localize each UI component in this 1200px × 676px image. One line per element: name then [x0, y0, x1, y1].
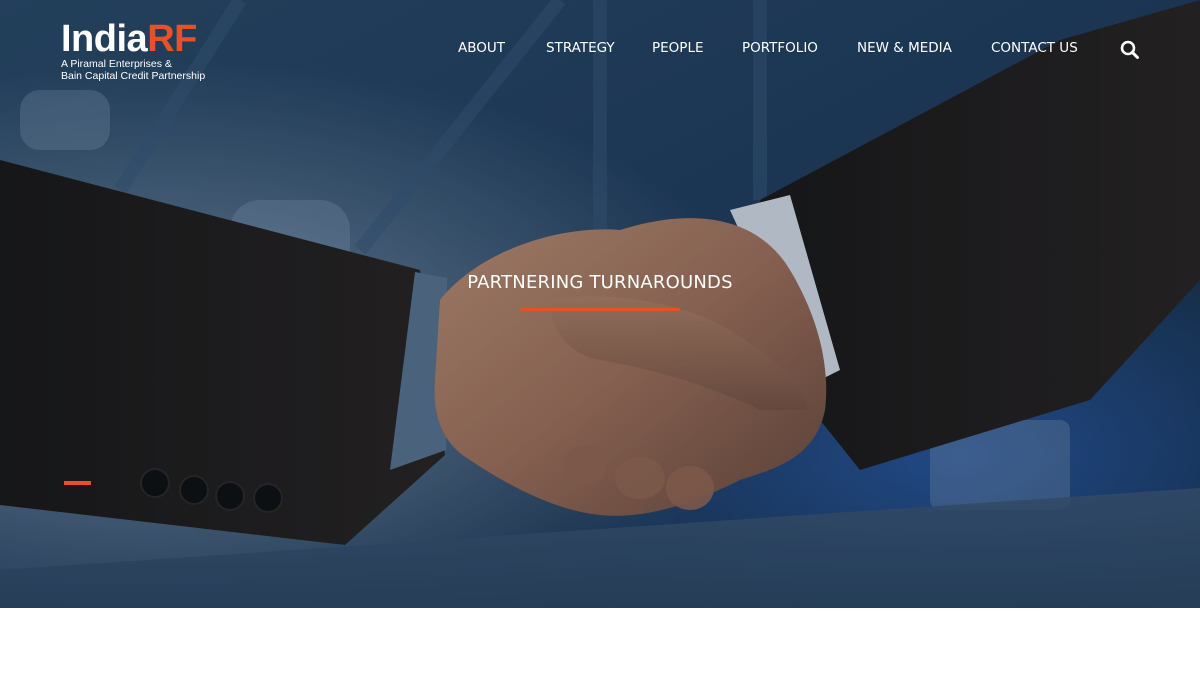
content-area — [0, 608, 1200, 676]
nav-item-people[interactable]: PEOPLE — [652, 40, 704, 56]
hero-banner: IndiaRF A Piramal Enterprises & Bain Cap… — [0, 0, 1200, 608]
nav-item-strategy[interactable]: STRATEGY — [546, 40, 615, 56]
brand-logo[interactable]: IndiaRF A Piramal Enterprises & Bain Cap… — [61, 20, 205, 82]
nav-item-portfolio[interactable]: PORTFOLIO — [742, 40, 818, 56]
nav-item-news-media[interactable]: NEW & MEDIA — [857, 40, 952, 56]
brand-tagline: A Piramal Enterprises & Bain Capital Cre… — [61, 58, 205, 82]
headline-underline — [521, 308, 680, 311]
handshake-photo — [0, 0, 1200, 608]
brand-wordmark: IndiaRF — [61, 20, 205, 58]
brand-name-rf: RF — [147, 18, 197, 60]
hero-headline: PARTNERING TURNAROUNDS — [467, 272, 733, 293]
brand-tagline-line2: Bain Capital Credit Partnership — [61, 70, 206, 82]
brand-name-india: India — [61, 18, 148, 60]
nav-item-contact-us[interactable]: CONTACT US — [991, 40, 1078, 56]
slider-indicator-active[interactable] — [64, 481, 91, 485]
nav-item-about[interactable]: ABOUT — [458, 40, 505, 56]
search-icon[interactable] — [1119, 39, 1141, 61]
